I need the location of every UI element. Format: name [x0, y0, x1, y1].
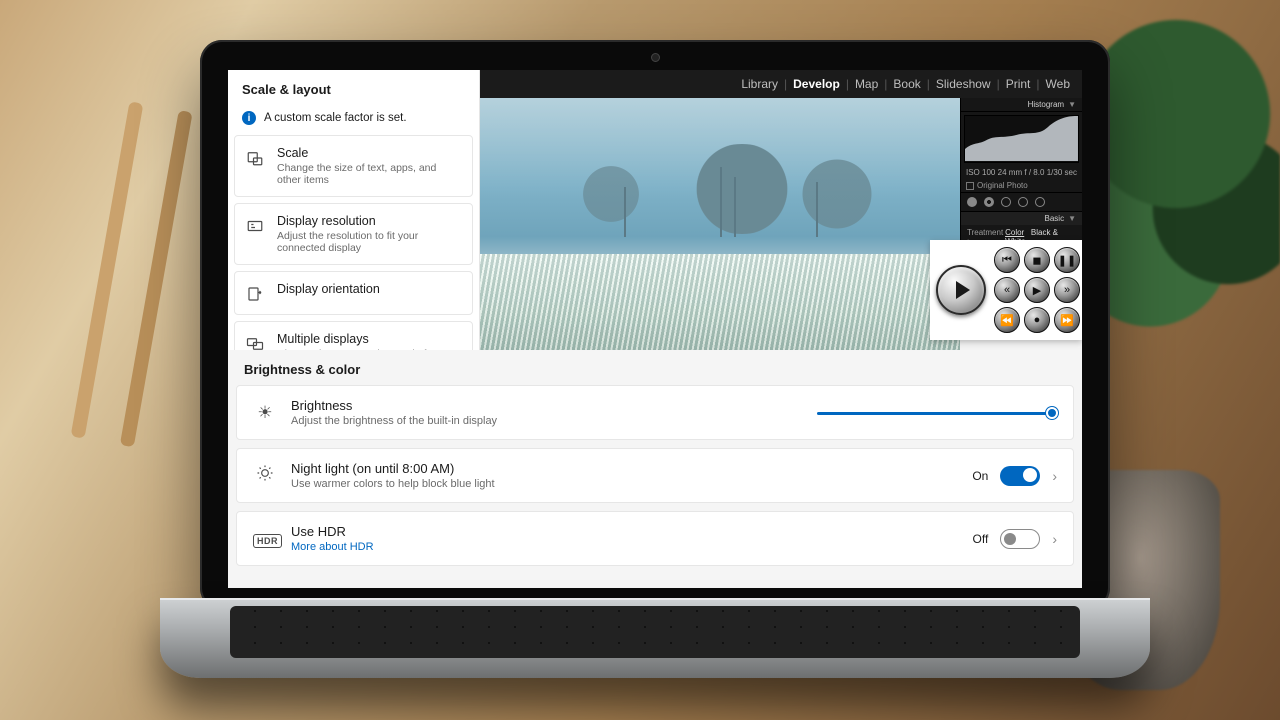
- histogram-graph[interactable]: [964, 115, 1079, 163]
- histogram-header[interactable]: Histogram ▼: [961, 98, 1082, 112]
- resolution-icon: [245, 216, 265, 236]
- tool-strip: [961, 192, 1082, 212]
- brightness-slider[interactable]: [817, 405, 1057, 421]
- setting-scale[interactable]: Scale Change the size of text, apps, and…: [234, 135, 473, 197]
- develop-photo-preview[interactable]: [480, 98, 960, 350]
- orientation-icon: [245, 284, 265, 304]
- webcam-icon: [632, 52, 678, 62]
- setting-brightness: ☀ Brightness Adjust the brightness of th…: [236, 385, 1074, 440]
- chevron-down-icon: ▼: [1068, 100, 1076, 109]
- brush-tool-icon[interactable]: [1035, 197, 1045, 207]
- basic-panel-header[interactable]: Basic ▼: [961, 212, 1082, 225]
- stop-button[interactable]: ◼: [1024, 247, 1050, 273]
- tab-book[interactable]: Book: [893, 77, 920, 91]
- tab-develop[interactable]: Develop: [793, 77, 840, 91]
- histogram-label: Histogram: [1028, 100, 1064, 109]
- night-light-toggle[interactable]: [1000, 466, 1040, 486]
- section-title-brightness: Brightness & color: [236, 356, 1074, 385]
- laptop: Library| Develop| Map| Book| Slideshow| …: [200, 40, 1110, 680]
- laptop-screen: Library| Develop| Map| Book| Slideshow| …: [228, 70, 1082, 588]
- prev-button[interactable]: ⏮: [994, 247, 1020, 273]
- hdr-icon: HDR: [253, 529, 277, 549]
- laptop-deck: [160, 598, 1150, 678]
- mask-tool-icon[interactable]: [1018, 197, 1028, 207]
- spot-tool-icon[interactable]: [984, 197, 994, 207]
- play-button[interactable]: [936, 265, 986, 315]
- tab-print[interactable]: Print: [1006, 77, 1031, 91]
- chevron-right-icon[interactable]: ›: [1052, 468, 1057, 484]
- media-controls-widget: ⏮ ◼ ❚❚ « ▶ » ⏪ ● ⏩: [930, 240, 1082, 340]
- tab-library[interactable]: Library: [741, 77, 778, 91]
- crop-tool-icon[interactable]: [967, 197, 977, 207]
- hdr-state: Off: [973, 532, 989, 546]
- tab-slideshow[interactable]: Slideshow: [936, 77, 991, 91]
- setting-orientation[interactable]: Display orientation: [234, 271, 473, 315]
- hdr-toggle[interactable]: [1000, 529, 1040, 549]
- tab-web[interactable]: Web: [1046, 77, 1070, 91]
- rewind-button[interactable]: «: [994, 277, 1020, 303]
- forward-button[interactable]: »: [1054, 277, 1080, 303]
- chevron-right-icon[interactable]: ›: [1052, 531, 1057, 547]
- original-photo-toggle[interactable]: Original Photo: [961, 179, 1082, 192]
- tab-map[interactable]: Map: [855, 77, 878, 91]
- laptop-bezel: Library| Develop| Map| Book| Slideshow| …: [200, 40, 1110, 610]
- play-small-button[interactable]: ▶: [1024, 277, 1050, 303]
- night-light-icon: [253, 463, 277, 488]
- night-light-state: On: [972, 469, 988, 483]
- record-button[interactable]: ●: [1024, 307, 1050, 333]
- keyboard: [230, 606, 1080, 658]
- skip-fwd-button[interactable]: ⏩: [1054, 307, 1080, 333]
- custom-scale-info: i A custom scale factor is set.: [228, 105, 479, 135]
- info-icon: i: [242, 111, 256, 125]
- scale-icon: [245, 148, 265, 168]
- checkbox-icon: [966, 182, 974, 190]
- lightroom-module-bar: Library| Develop| Map| Book| Slideshow| …: [480, 70, 1082, 98]
- setting-night-light[interactable]: Night light (on until 8:00 AM) Use warme…: [236, 448, 1074, 503]
- section-title-scale: Scale & layout: [228, 78, 479, 105]
- redeye-tool-icon[interactable]: [1001, 197, 1011, 207]
- chevron-down-icon: ▼: [1068, 214, 1076, 223]
- setting-resolution[interactable]: Display resolution Adjust the resolution…: [234, 203, 473, 265]
- settings-brightness-panel: Brightness & color ☀ Brightness Adjust t…: [228, 350, 1082, 588]
- skip-back-button[interactable]: ⏪: [994, 307, 1020, 333]
- pause-button[interactable]: ❚❚: [1054, 247, 1080, 273]
- histogram-meta: ISO 100 24 mm f / 8.0 1/30 sec: [961, 166, 1082, 179]
- setting-hdr[interactable]: HDR Use HDR More about HDR Off ›: [236, 511, 1074, 566]
- brightness-icon: ☀: [253, 403, 277, 423]
- treatment-color[interactable]: Color: [1005, 228, 1024, 237]
- more-about-hdr-link[interactable]: More about HDR: [291, 541, 959, 553]
